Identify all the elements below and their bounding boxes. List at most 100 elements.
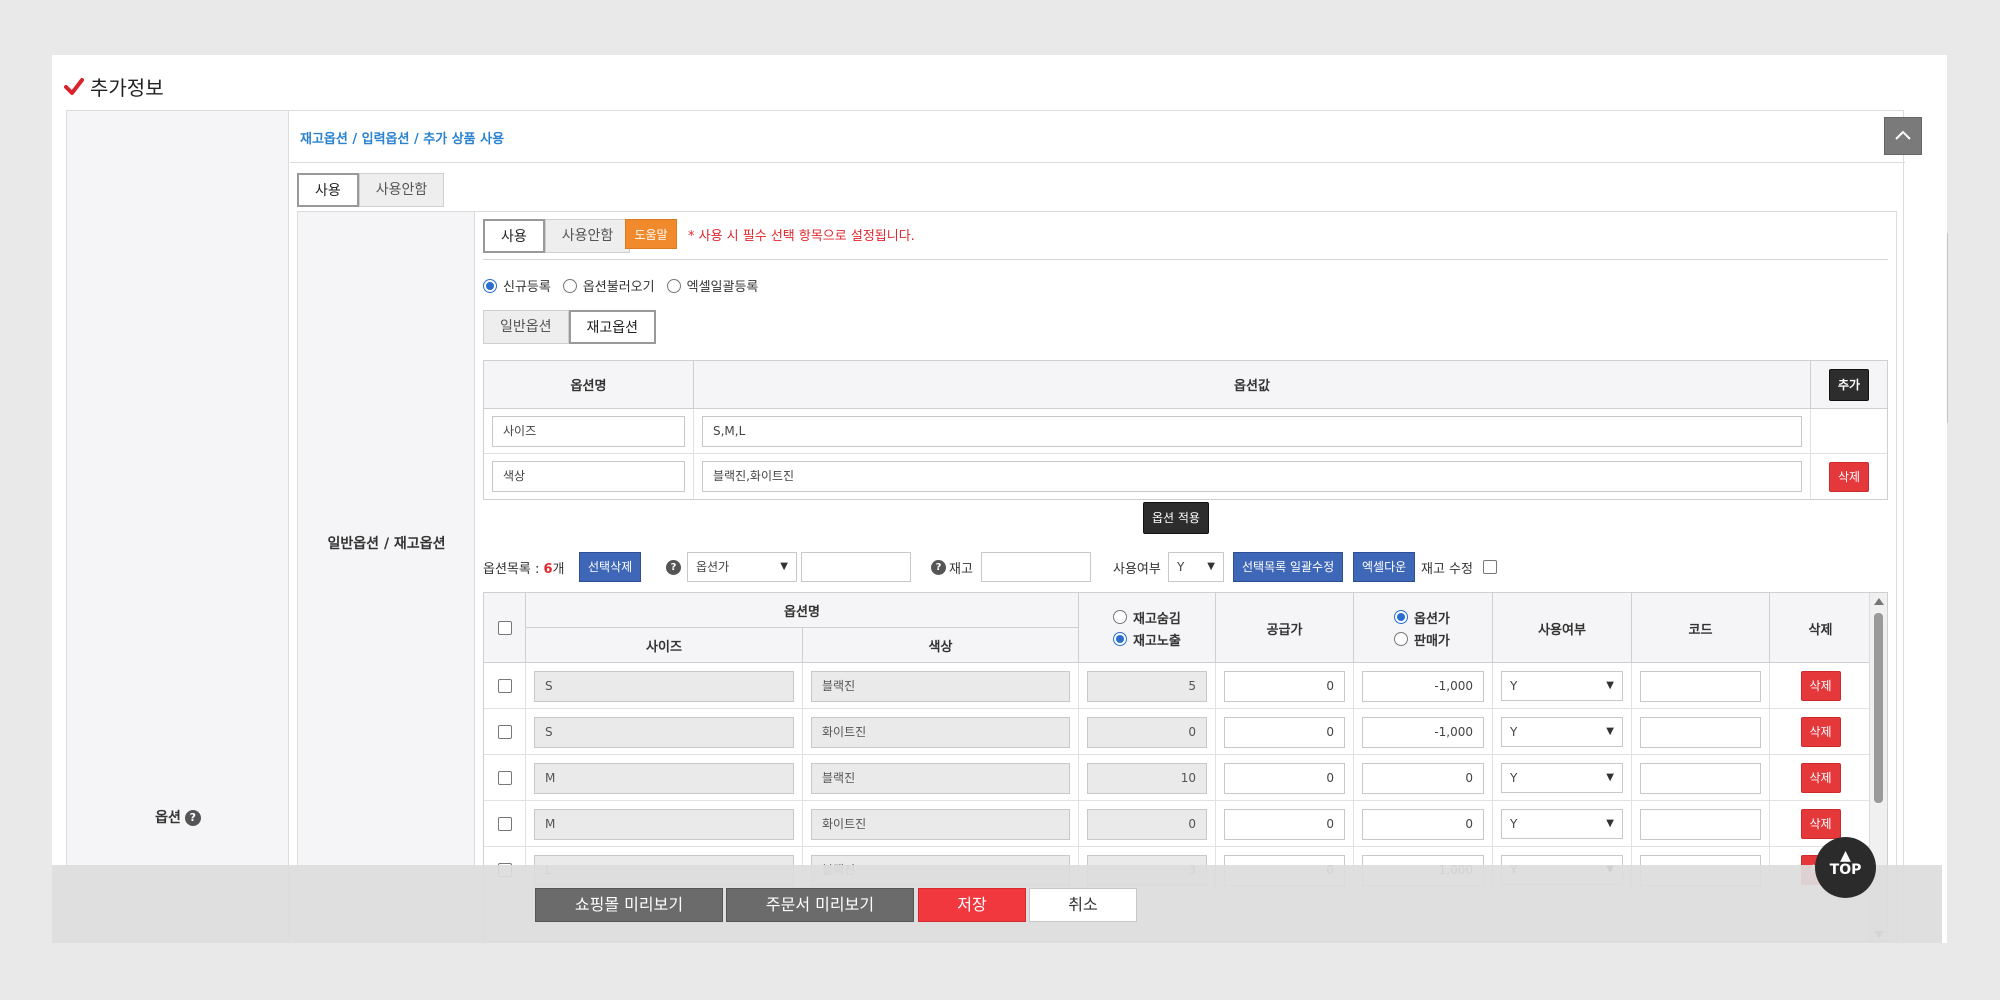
radio-new-register[interactable] <box>483 278 497 293</box>
tab-general-option[interactable]: 일반옵션 <box>483 310 569 344</box>
radio-stock-hide[interactable] <box>1113 610 1127 624</box>
scroll-top-button[interactable]: ▲ TOP <box>1815 837 1876 898</box>
stock-field[interactable]: 10 <box>1087 762 1207 794</box>
question-icon[interactable]: ? <box>931 560 946 575</box>
shop-preview-button[interactable]: 쇼핑몰 미리보기 <box>535 888 723 922</box>
chevron-down-icon: ▼ <box>1207 561 1215 572</box>
color-field: 블랙진 <box>811 762 1070 794</box>
delete-option-button[interactable]: 삭제 <box>1829 461 1869 492</box>
table-row: M 화이트진 0 0 0 Y ▼ 삭제 <box>484 801 1871 847</box>
use-label: 사용여부 <box>1113 562 1161 577</box>
question-icon[interactable]: ? <box>666 560 681 575</box>
supply-price-input[interactable]: 0 <box>1224 716 1345 748</box>
option-value-input[interactable]: 블랙진,화이트진 <box>702 461 1802 492</box>
row-checkbox[interactable] <box>497 817 512 831</box>
option-types-link[interactable]: 재고옵션 / 입력옵션 / 추가 상품 사용 <box>300 128 504 147</box>
header-option-value: 옵션값 <box>694 361 1811 408</box>
radio-label: 신규등록 <box>503 280 551 295</box>
chevron-up-icon <box>1895 130 1911 140</box>
delete-row-button[interactable]: 삭제 <box>1800 717 1841 747</box>
cancel-button[interactable]: 취소 <box>1029 888 1137 922</box>
order-preview-button[interactable]: 주문서 미리보기 <box>726 888 914 922</box>
option-type-tabs: 일반옵션 재고옵션 <box>483 310 657 344</box>
option-value-input[interactable]: S,M,L <box>702 415 1802 447</box>
row-checkbox[interactable] <box>497 679 512 693</box>
stock-field[interactable]: 0 <box>1087 808 1207 840</box>
option-name-input[interactable]: 사이즈 <box>492 415 685 447</box>
tab-use[interactable]: 사용 <box>297 173 359 207</box>
size-field: M <box>534 762 794 794</box>
excel-download-button[interactable]: 엑셀다운 <box>1353 552 1416 582</box>
radio-stock-show[interactable] <box>1113 632 1127 646</box>
color-field: 블랙진 <box>811 670 1070 702</box>
option-subhead: 재고옵션 / 입력옵션 / 추가 상품 사용 <box>290 111 1922 163</box>
tab-stock-option[interactable]: 재고옵션 <box>568 310 657 344</box>
radio-excel-register[interactable] <box>666 278 681 293</box>
question-icon[interactable]: ? <box>184 810 201 826</box>
price-input[interactable] <box>801 552 911 582</box>
radio-label: 옵션불러오기 <box>582 280 655 295</box>
option-price-input[interactable]: -1,000 <box>1362 716 1484 748</box>
collapse-button[interactable] <box>1884 117 1922 155</box>
select-all-checkbox[interactable] <box>497 621 512 635</box>
general-stock-option-section: 일반옵션 / 재고옵션 사용 사용안함 도움말 * 사용 시 필수 선택 항목으… <box>297 211 1897 943</box>
header-code: 코드 <box>1632 593 1770 663</box>
header-stock-display: 재고숨김 재고노출 <box>1079 593 1216 663</box>
stock-input[interactable] <box>981 552 1091 582</box>
delete-row-button[interactable]: 삭제 <box>1800 809 1841 839</box>
scroll-up-icon[interactable] <box>1874 598 1884 605</box>
divider <box>483 259 1888 260</box>
option-table-header: 옵션명 옵션값 추가 <box>484 361 1887 409</box>
register-method-radios: 신규등록 옵션불러오기 엑셀일괄등록 <box>483 276 770 295</box>
supply-price-input[interactable]: 0 <box>1224 762 1345 794</box>
row-use-select[interactable]: Y▼ <box>1501 809 1623 839</box>
row-checkbox[interactable] <box>497 725 512 739</box>
table-row: 색상 블랙진,화이트진 삭제 <box>484 454 1887 499</box>
stock-table-body: S 블랙진 5 0 -1,000 Y ▼ 삭제 S 화이트진 0 0 -1,00… <box>484 663 1871 893</box>
code-input[interactable] <box>1640 670 1761 702</box>
radio-option-price[interactable] <box>1394 610 1408 624</box>
row-checkbox[interactable] <box>497 771 512 785</box>
chevron-down-icon: ▼ <box>1606 726 1614 737</box>
supply-price-input[interactable]: 0 <box>1224 808 1345 840</box>
option-price-input[interactable]: -1,000 <box>1362 670 1484 702</box>
code-input[interactable] <box>1640 762 1761 794</box>
code-input[interactable] <box>1640 716 1761 748</box>
delete-row-button[interactable]: 삭제 <box>1800 671 1841 701</box>
header-price-type: 옵션가 판매가 <box>1354 593 1493 663</box>
option-name-input[interactable]: 색상 <box>492 461 685 492</box>
add-option-button[interactable]: 추가 <box>1828 368 1870 401</box>
tab-not-use[interactable]: 사용안함 <box>358 173 445 207</box>
apply-options-button[interactable]: 옵션 적용 <box>1143 502 1209 534</box>
stock-edit-checkbox[interactable] <box>1483 560 1497 574</box>
code-input[interactable] <box>1640 808 1761 840</box>
header-color: 색상 <box>803 628 1079 663</box>
radio-sale-price[interactable] <box>1394 632 1408 646</box>
use-select[interactable]: Y ▼ <box>1168 552 1224 582</box>
help-button[interactable]: 도움말 <box>625 219 677 249</box>
stock-field[interactable]: 0 <box>1087 716 1207 748</box>
price-type-select[interactable]: 옵션가 ▼ <box>687 552 797 582</box>
header-option-name: 옵션명 <box>484 361 694 408</box>
delete-selected-button[interactable]: 선택삭제 <box>579 552 642 582</box>
radio-load-options[interactable] <box>562 278 577 293</box>
option-price-input[interactable]: 0 <box>1362 762 1484 794</box>
bulk-edit-button[interactable]: 선택목록 일괄수정 <box>1233 552 1344 582</box>
header-supply: 공급가 <box>1216 593 1354 663</box>
chevron-down-icon: ▼ <box>780 561 788 572</box>
row-use-select[interactable]: Y▼ <box>1501 671 1623 701</box>
inner-label: 일반옵션 / 재고옵션 <box>327 536 446 552</box>
save-button[interactable]: 저장 <box>918 888 1026 922</box>
stock-field[interactable]: 5 <box>1087 670 1207 702</box>
row-use-select[interactable]: Y▼ <box>1501 717 1623 747</box>
delete-row-button[interactable]: 삭제 <box>1800 763 1841 793</box>
supply-price-input[interactable]: 0 <box>1224 670 1345 702</box>
chevron-down-icon: ▼ <box>1606 680 1614 691</box>
tab-inner-use[interactable]: 사용 <box>483 219 545 253</box>
tab-inner-not-use[interactable]: 사용안함 <box>544 219 631 253</box>
option-list-toolbar: 옵션목록 : 6개 선택삭제 ? 옵션가 ▼ ? 재고 사용여부 Y ▼ 선택목록 … <box>483 552 1893 584</box>
table-scrollbar-thumb[interactable] <box>1874 613 1883 803</box>
row-use-select[interactable]: Y▼ <box>1501 763 1623 793</box>
option-content: 사용 사용안함 도움말 * 사용 시 필수 선택 항목으로 설정됩니다. 신규등… <box>475 212 1898 943</box>
option-price-input[interactable]: 0 <box>1362 808 1484 840</box>
